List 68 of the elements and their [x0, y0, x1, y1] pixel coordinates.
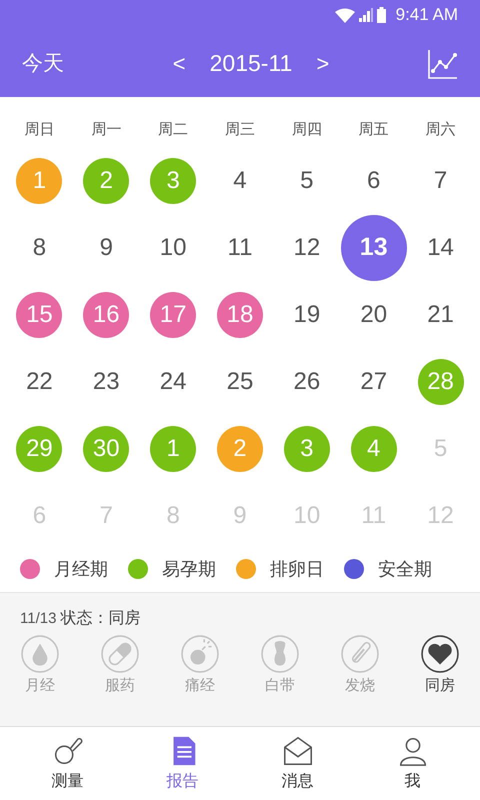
drop-icon: [21, 635, 59, 673]
legend-label: 易孕期: [162, 558, 216, 580]
weekday-label: 周五: [358, 120, 390, 140]
weekday-label: 周二: [157, 120, 190, 140]
nav-tab[interactable]: 我: [355, 727, 470, 800]
calendar-day[interactable]: 11: [216, 224, 263, 270]
symptom-button[interactable]: 服药: [80, 635, 160, 698]
weekday-label: 周日: [23, 120, 56, 140]
calendar-day[interactable]: 6: [350, 158, 397, 204]
status-text: 状态：同房: [60, 608, 140, 629]
nav-tab[interactable]: 测量: [10, 727, 125, 800]
legend-label: 排卵日: [270, 558, 324, 580]
calendar-day[interactable]: 7: [418, 158, 464, 204]
chart-icon[interactable]: [428, 48, 458, 78]
symptom-button[interactable]: 白带: [240, 635, 320, 698]
calendar-day[interactable]: 3: [150, 158, 196, 204]
calendar-day[interactable]: 14: [418, 224, 464, 270]
calendar-day[interactable]: 1: [150, 426, 196, 472]
signal-icon: [358, 8, 373, 22]
symptom-button[interactable]: 月经: [0, 635, 80, 698]
calendar-day[interactable]: 22: [16, 358, 62, 404]
calendar-day[interactable]: 21: [418, 292, 464, 338]
today-button[interactable]: 今天: [22, 48, 64, 80]
calendar-day[interactable]: 25: [216, 358, 263, 404]
previous-month-button[interactable]: <: [172, 47, 186, 80]
calendar-day[interactable]: 24: [150, 358, 196, 404]
weekday-label: 周三: [224, 120, 256, 140]
calendar-day[interactable]: 17: [150, 292, 196, 338]
symptom-button[interactable]: 发烧: [320, 635, 400, 698]
status-date: 11/13: [20, 609, 56, 629]
symptom-button[interactable]: 同房: [400, 635, 480, 698]
legend-label: 安全期: [378, 558, 432, 580]
symptom-button[interactable]: 痛经: [160, 635, 240, 698]
calendar-day[interactable]: 12: [284, 224, 330, 270]
nav-tab[interactable]: 报告: [125, 727, 240, 800]
calendar-day[interactable]: 9: [83, 224, 130, 270]
pill-icon: [101, 635, 139, 673]
calendar-day[interactable]: 10: [150, 224, 196, 270]
nav-tab[interactable]: 消息: [240, 727, 355, 800]
status-time: 9:41 AM: [396, 4, 458, 26]
calendar-day[interactable]: 16: [83, 292, 130, 338]
weekday-label: 周一: [90, 120, 122, 140]
calendar-day[interactable]: 26: [284, 358, 330, 404]
calendar-day[interactable]: 23: [83, 358, 130, 404]
calendar-day[interactable]: 30: [83, 426, 130, 472]
calendar-day[interactable]: 15: [16, 292, 62, 338]
peanut-icon: [261, 635, 299, 673]
calendar-day[interactable]: 27: [350, 358, 397, 404]
calendar-day[interactable]: 13: [340, 214, 407, 280]
legend-label: 月经期: [54, 558, 108, 580]
weekday-label: 周六: [424, 120, 457, 140]
calendar-day[interactable]: 8: [16, 224, 62, 270]
calendar-day[interactable]: 19: [284, 292, 330, 338]
calendar-day[interactable]: 4: [216, 158, 263, 204]
weekday-label: 周四: [290, 120, 323, 140]
calendar-day[interactable]: 29: [16, 426, 62, 472]
calendar-day[interactable]: 2: [83, 158, 130, 204]
bomb-icon: [181, 635, 219, 673]
calendar-day[interactable]: 5: [284, 158, 330, 204]
calendar-day[interactable]: 28: [418, 358, 464, 404]
calendar-day[interactable]: 4: [350, 426, 397, 472]
month-title: 2015-11: [210, 49, 292, 78]
wifi-icon: [334, 8, 355, 22]
calendar-day[interactable]: 18: [216, 292, 263, 338]
calendar-day[interactable]: 3: [284, 426, 330, 472]
battery-icon: [376, 7, 386, 23]
calendar-day[interactable]: 20: [350, 292, 397, 338]
next-month-button[interactable]: >: [316, 47, 330, 80]
